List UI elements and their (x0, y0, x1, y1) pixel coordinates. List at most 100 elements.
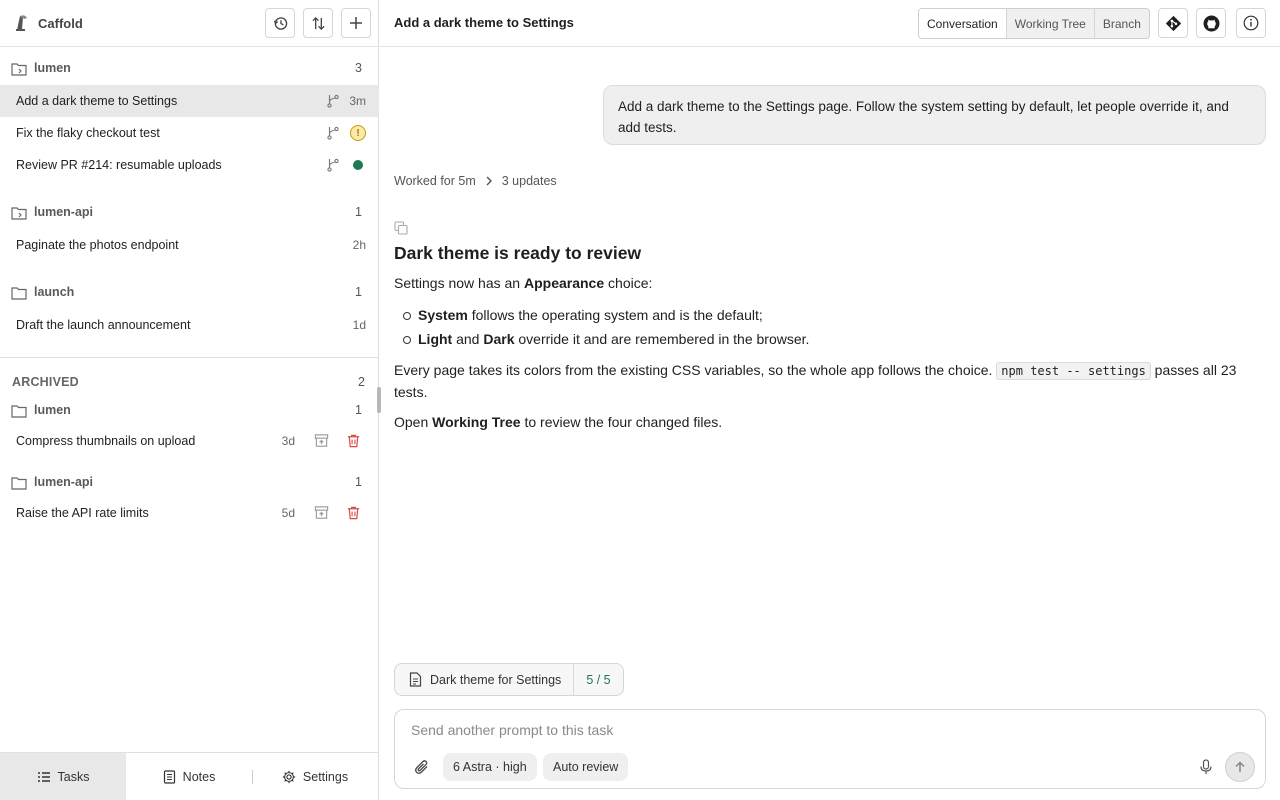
group-count: 3 (355, 61, 362, 75)
unarchive-icon[interactable] (314, 505, 329, 520)
group-count: 1 (355, 205, 362, 219)
folder-icon (11, 477, 27, 490)
task-title: Fix the flaky checkout test (16, 126, 160, 140)
task-age: 3d (281, 434, 295, 448)
answer-paragraph: Open Working Tree to review the four cha… (394, 414, 723, 430)
new-task-button[interactable] (341, 8, 371, 38)
user-message: Add a dark theme to the Settings page. F… (603, 85, 1266, 145)
task-title: Review PR #214: resumable uploads (16, 158, 222, 172)
archived-group-lumen-api[interactable]: lumen-api 1 (0, 467, 379, 499)
prompt-input[interactable] (411, 722, 1191, 738)
task-age: 2h (352, 238, 366, 252)
footer-separator (252, 770, 253, 784)
tab-working-tree[interactable]: Working Tree (1007, 9, 1095, 38)
sort-button[interactable] (303, 8, 333, 38)
group-name: lumen (34, 403, 71, 417)
updates-count: 3 updates (501, 174, 557, 188)
group-name: lumen-api (34, 205, 94, 219)
task-title: Compress thumbnails on upload (16, 434, 196, 448)
task-title: Paginate the photos endpoint (16, 238, 179, 252)
main-panel: Add a dark theme to Settings Conversatio… (380, 0, 1280, 800)
tab-tasks[interactable]: Tasks (0, 753, 126, 800)
branch-icon (327, 158, 339, 172)
chevron-right-icon (486, 176, 492, 186)
task-age: 3m (349, 94, 366, 108)
tab-label: Tasks (57, 769, 90, 784)
done-status-icon (353, 160, 363, 170)
plan-title: Dark theme for Settings (430, 672, 562, 687)
list-icon (37, 771, 50, 782)
task-row[interactable]: Fix the flaky checkout test ! (0, 117, 379, 149)
branch-icon (327, 126, 339, 140)
group-lumen[interactable]: lumen 3 (0, 53, 379, 85)
worked-duration: Worked for 5m (394, 174, 476, 188)
github-icon (1203, 15, 1219, 31)
task-title: Add a dark theme to Settings (16, 94, 178, 108)
group-name: lumen (34, 61, 71, 75)
git-button[interactable] (1158, 8, 1188, 38)
group-launch[interactable]: launch 1 (0, 277, 379, 309)
app-name: Caffold (38, 16, 83, 31)
arrow-up-icon (1235, 761, 1245, 772)
copy-icon[interactable] (394, 221, 408, 235)
folder-icon (11, 405, 27, 418)
warning-status-icon: ! (350, 125, 366, 141)
caffold-logo-icon (14, 13, 30, 34)
task-row[interactable]: Review PR #214: resumable uploads (0, 149, 379, 181)
plus-icon (350, 17, 362, 29)
info-button[interactable] (1236, 8, 1266, 38)
trash-icon[interactable] (346, 505, 361, 520)
assistant-answer: Dark theme is ready to review Settings n… (394, 243, 1244, 442)
page-title: Add a dark theme to Settings (394, 15, 574, 30)
task-title: Draft the launch announcement (16, 318, 191, 332)
archived-task-row[interactable]: Compress thumbnails on upload 3d (0, 425, 379, 457)
sidebar-header: Caffold (0, 0, 379, 47)
answer-paragraph: Settings now has an Appearance choice: (394, 275, 653, 291)
tab-settings[interactable]: Settings (252, 753, 378, 800)
model-selector[interactable]: 6 Astra · high (443, 753, 537, 781)
send-button[interactable] (1225, 752, 1255, 782)
paperclip-icon[interactable] (414, 759, 430, 775)
sidebar-footer: Tasks Notes Settings (0, 752, 379, 800)
list-item: Light and Dark override it and are remem… (394, 327, 1244, 351)
task-row[interactable]: Paginate the photos endpoint 2h (0, 229, 379, 261)
answer-list: System follows the operating system and … (394, 303, 1244, 351)
group-lumen-api[interactable]: lumen-api 1 (0, 197, 379, 229)
group-count: 1 (355, 285, 362, 299)
plan-chip[interactable]: Dark theme for Settings 5 / 5 (394, 663, 624, 696)
auto-review-toggle[interactable]: Auto review (543, 753, 629, 781)
git-icon (1165, 15, 1181, 31)
answer-paragraph: Every page takes its colors from the exi… (394, 362, 1237, 400)
group-count: 1 (355, 403, 362, 417)
unarchive-icon[interactable] (314, 433, 329, 448)
worked-summary[interactable]: Worked for 5m 3 updates (394, 174, 557, 188)
task-age: 1d (352, 318, 366, 332)
archived-count: 2 (358, 375, 365, 389)
trash-icon[interactable] (346, 433, 361, 448)
tab-branch[interactable]: Branch (1095, 9, 1149, 38)
task-row[interactable]: Add a dark theme to Settings 3m (0, 85, 379, 117)
history-button[interactable] (265, 8, 295, 38)
repo-folder-icon (11, 207, 27, 220)
notes-icon (163, 769, 175, 784)
answer-heading: Dark theme is ready to review (394, 243, 642, 263)
sidebar: Caffold lumen 3 Add a dark theme to Sett… (0, 0, 379, 800)
github-button[interactable] (1196, 8, 1226, 38)
brand: Caffold (14, 13, 83, 34)
info-icon (1243, 15, 1259, 31)
history-icon (273, 16, 287, 30)
plan-progress: 5 / 5 (573, 664, 622, 695)
sort-icon (311, 16, 325, 30)
group-name: launch (34, 285, 75, 299)
tab-conversation[interactable]: Conversation (919, 9, 1007, 38)
task-age: 5d (281, 506, 295, 520)
tab-notes[interactable]: Notes (126, 753, 252, 800)
task-row[interactable]: Draft the launch announcement 1d (0, 309, 379, 341)
divider (0, 357, 379, 358)
archived-task-row[interactable]: Raise the API rate limits 5d (0, 497, 379, 529)
document-icon (409, 672, 422, 687)
view-switcher: Conversation Working Tree Branch (918, 8, 1150, 39)
composer: 6 Astra · high Auto review (394, 709, 1266, 789)
archived-group-lumen[interactable]: lumen 1 (0, 395, 379, 427)
microphone-icon[interactable] (1199, 759, 1213, 775)
